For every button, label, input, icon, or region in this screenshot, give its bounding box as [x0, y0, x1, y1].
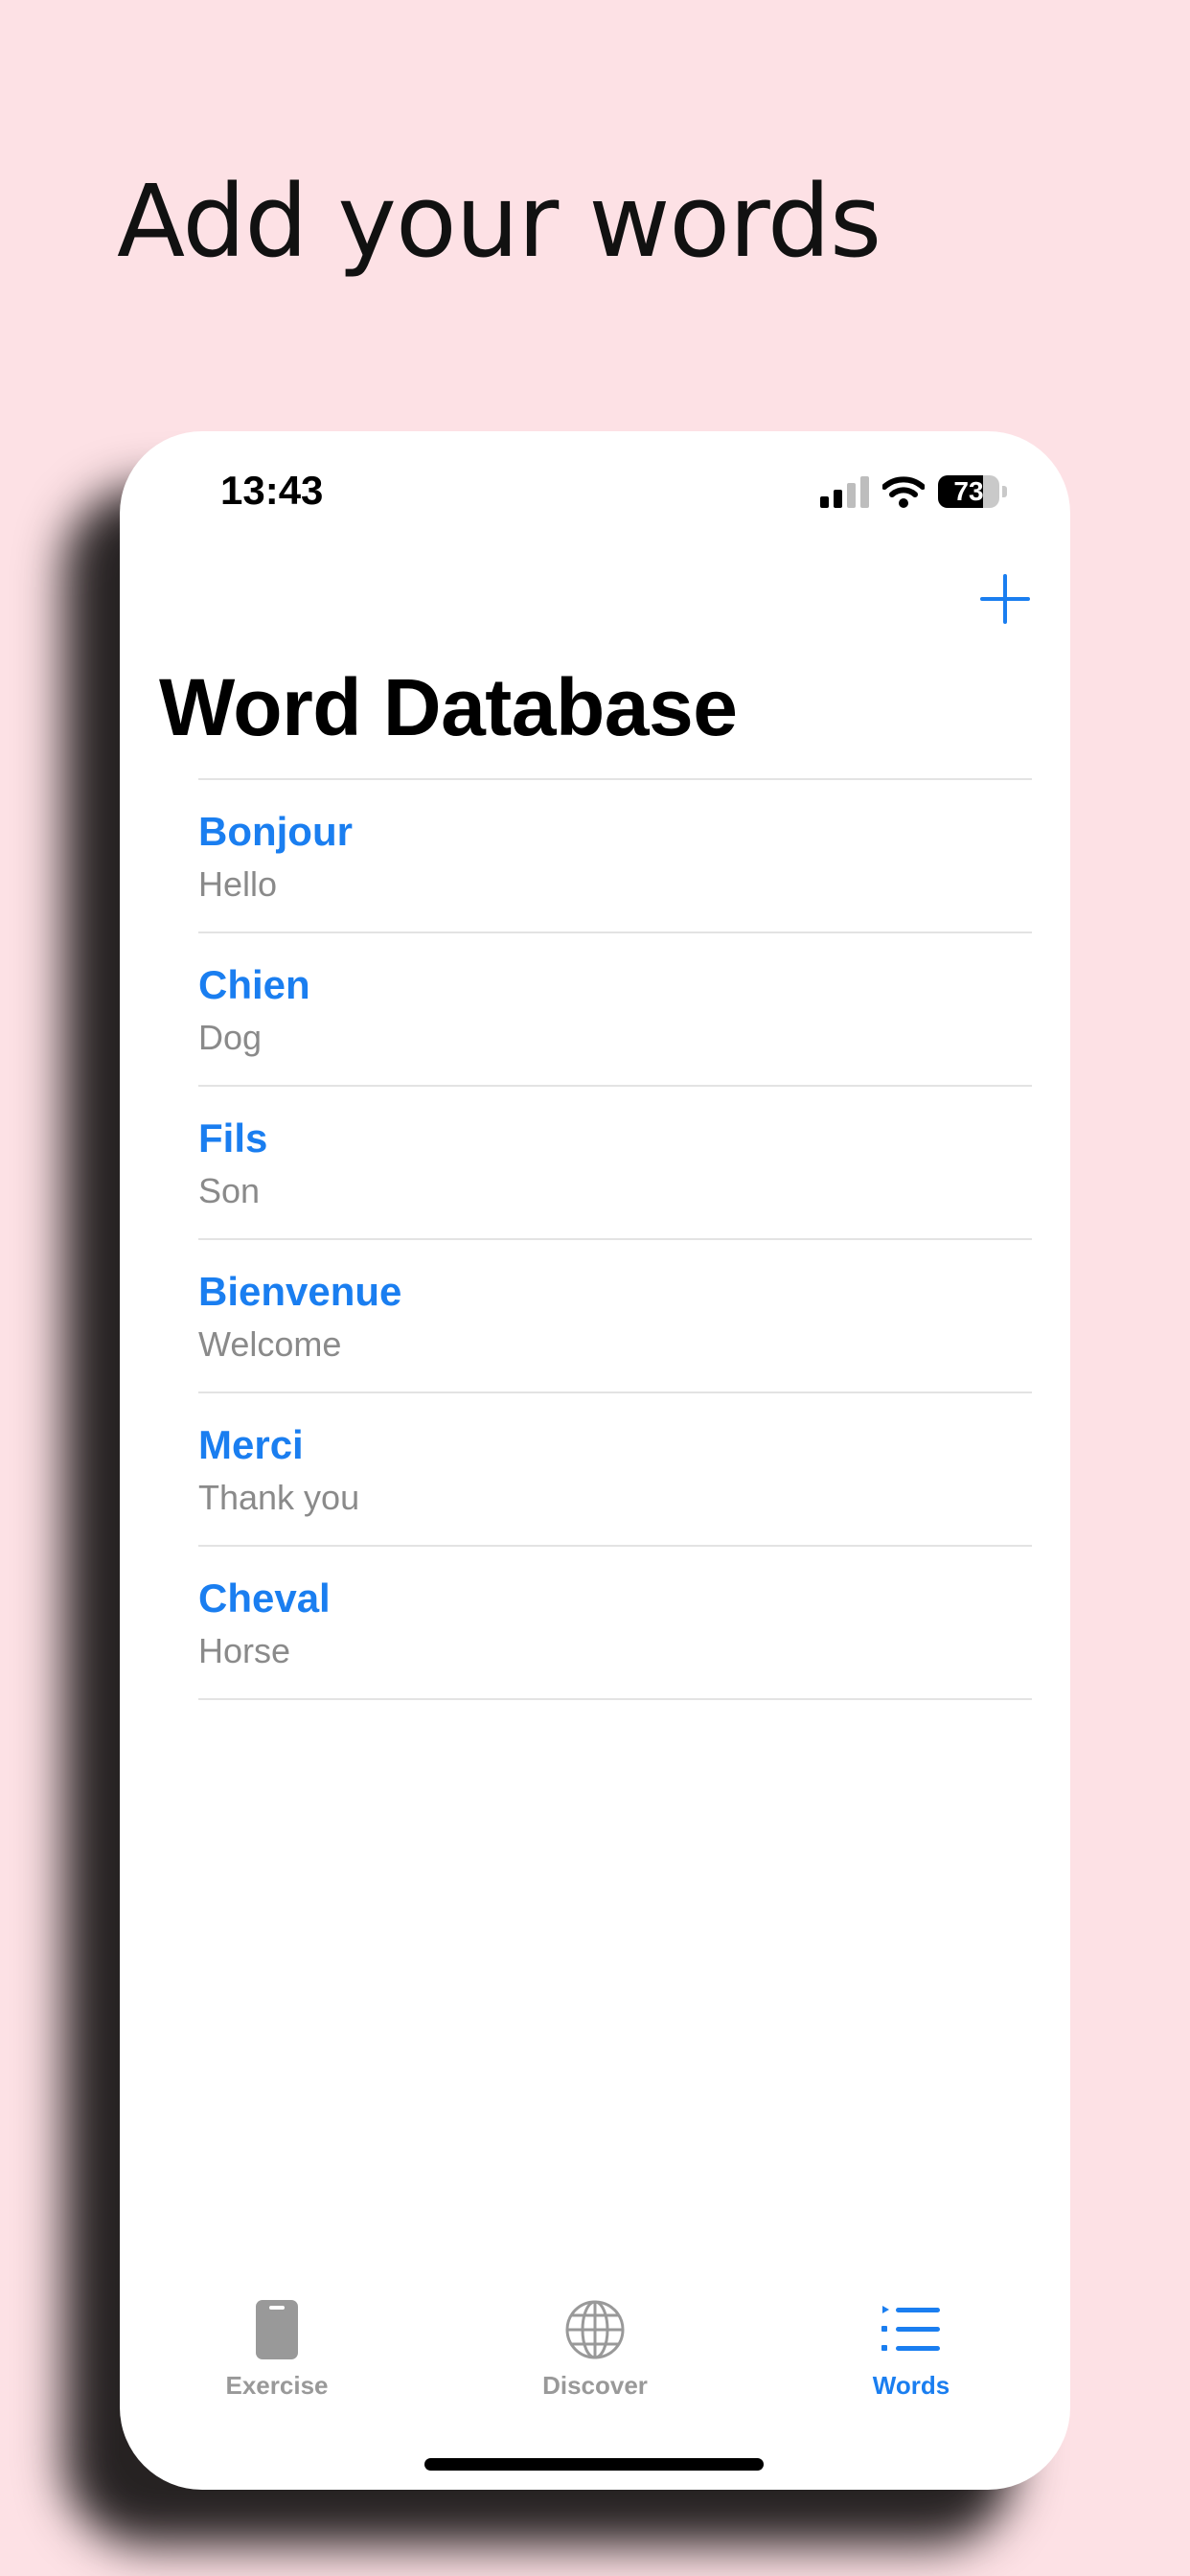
status-icons: 73	[820, 475, 1007, 508]
tab-exercise[interactable]: Exercise	[181, 2298, 373, 2401]
battery-level: 73	[953, 476, 984, 506]
word-label: Fils	[198, 1116, 268, 1161]
tab-label: Discover	[542, 2371, 648, 2400]
meaning-label: Welcome	[198, 1324, 342, 1364]
list-item[interactable]: Bienvenue Welcome	[198, 1240, 1032, 1393]
meaning-label: Hello	[198, 864, 278, 904]
page-title: Word Database	[159, 662, 738, 752]
home-indicator	[424, 2458, 764, 2471]
word-label: Chien	[198, 962, 310, 1007]
word-label: Cheval	[198, 1576, 331, 1621]
headline: Add your words	[117, 163, 881, 280]
tab-bar: Exercise Discover Words	[120, 2298, 1070, 2413]
list-icon	[881, 2306, 940, 2351]
card-icon	[256, 2300, 298, 2359]
word-label: Merci	[198, 1422, 304, 1467]
plus-icon[interactable]	[976, 570, 1034, 628]
signal-icon	[820, 475, 869, 508]
word-list: Bonjour Hello Chien Dog Fils Son Bienven…	[198, 778, 1032, 1700]
meaning-label: Thank you	[198, 1478, 360, 1517]
wifi-icon	[882, 476, 925, 508]
meaning-label: Horse	[198, 1631, 291, 1670]
status-time: 13:43	[220, 468, 324, 513]
meaning-label: Son	[198, 1171, 261, 1210]
tab-label: Words	[872, 2371, 950, 2400]
globe-icon	[565, 2300, 625, 2359]
list-item[interactable]: Cheval Horse	[198, 1547, 1032, 1700]
word-label: Bonjour	[198, 809, 353, 854]
list-item[interactable]: Bonjour Hello	[198, 780, 1032, 933]
battery-tip	[1002, 486, 1007, 497]
tab-words[interactable]: Words	[815, 2298, 1007, 2401]
word-label: Bienvenue	[198, 1269, 402, 1314]
list-item[interactable]: Chien Dog	[198, 933, 1032, 1087]
tab-label: Exercise	[225, 2371, 329, 2400]
phone-screen: 13:43 73 Word Database Bonjour Hello Chi…	[120, 431, 1070, 2490]
list-item[interactable]: Fils Son	[198, 1087, 1032, 1240]
meaning-label: Dog	[198, 1018, 263, 1057]
tab-discover[interactable]: Discover	[499, 2298, 691, 2401]
list-item[interactable]: Merci Thank you	[198, 1393, 1032, 1547]
battery-icon: 73	[938, 475, 999, 508]
